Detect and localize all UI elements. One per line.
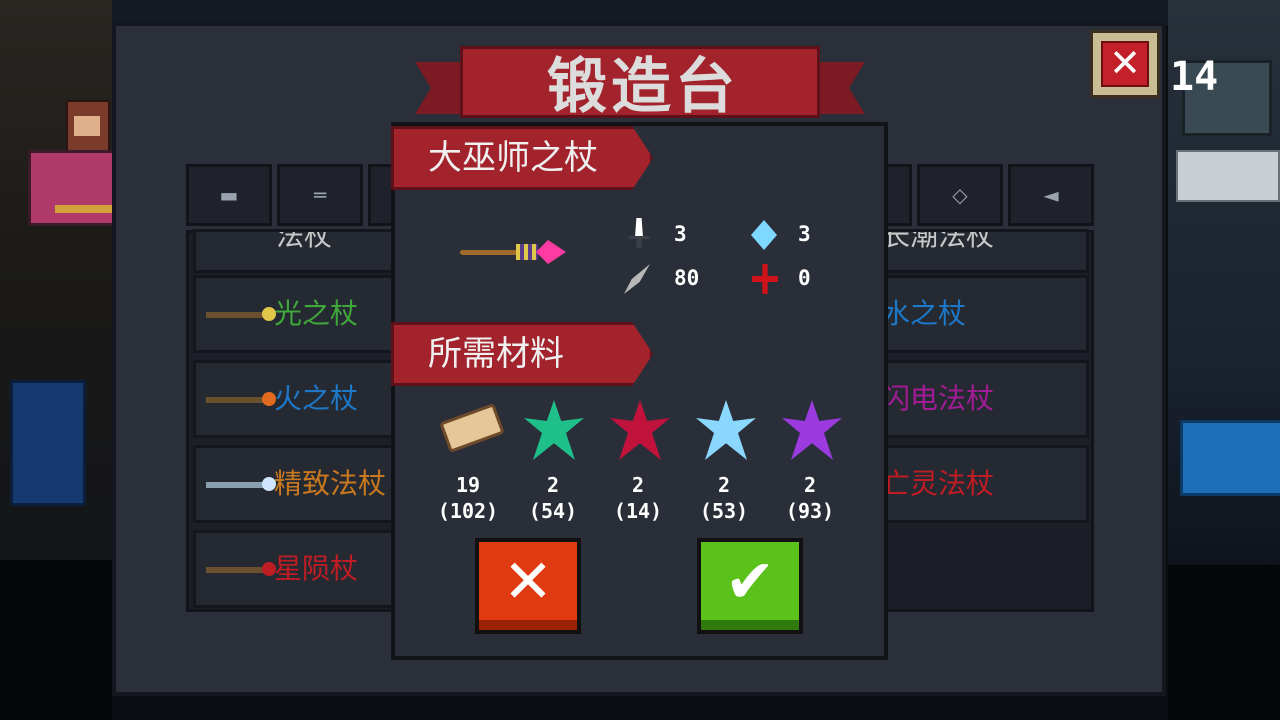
damage-value: 3 xyxy=(674,222,687,246)
staff-icon xyxy=(206,477,276,491)
materials-banner: 所需材料 xyxy=(391,322,653,386)
item-label: 闪电法杖 xyxy=(882,382,995,415)
shuriken-icon: ◇ xyxy=(952,183,968,207)
npc-character xyxy=(66,100,110,156)
window-title: 锻造台 xyxy=(547,52,739,122)
confirm-button[interactable]: ✔ xyxy=(697,538,803,634)
title-banner: 锻造台 xyxy=(415,46,865,122)
item-label: 光之杖 xyxy=(274,297,359,330)
crit-value: 80 xyxy=(674,266,700,290)
materials-title: 所需材料 xyxy=(428,334,564,374)
checkmark-icon: ✔ xyxy=(724,547,776,617)
item-name-banner: 大巫师之杖 xyxy=(391,126,653,190)
tab-fish[interactable]: ◄ xyxy=(1008,164,1094,226)
floor-counter: 14 xyxy=(1170,54,1219,100)
material-count: 2 (54) xyxy=(528,473,578,523)
cancel-button[interactable]: ✕ xyxy=(475,538,581,634)
material-count: 2 (93) xyxy=(785,473,835,523)
item-label: 星陨杖 xyxy=(274,552,359,585)
background-left xyxy=(0,0,118,720)
close-button[interactable]: ✕ xyxy=(1090,30,1160,98)
blue-screen xyxy=(1180,420,1280,496)
item-label: 长潮法杖 xyxy=(882,229,995,252)
shop-table xyxy=(28,150,118,226)
item-label: 水之杖 xyxy=(882,297,967,330)
rifle-icon: ═ xyxy=(313,183,327,207)
item-label: 法杖 xyxy=(276,229,333,252)
material-count: 19 (102) xyxy=(437,473,499,523)
pistol-icon: ▬ xyxy=(219,183,239,207)
tab-rifle[interactable]: ═ xyxy=(277,164,363,226)
item-label: 火之杖 xyxy=(274,382,359,415)
tab-shuriken[interactable]: ◇ xyxy=(917,164,1003,226)
staff-icon xyxy=(206,392,276,406)
item-label: 精致法杖 xyxy=(274,467,387,500)
blue-crate xyxy=(10,380,86,506)
material-count: 2 (53) xyxy=(699,473,749,523)
accuracy-value: 0 xyxy=(798,266,811,290)
staff-icon xyxy=(206,562,276,576)
background-right xyxy=(1168,0,1280,720)
close-icon: ✕ xyxy=(502,547,554,617)
wall-panel xyxy=(1176,150,1280,202)
item-label: 亡灵法杖 xyxy=(882,467,995,500)
material-count: 2 (14) xyxy=(613,473,663,523)
tab-pistol[interactable]: ▬ xyxy=(186,164,272,226)
fish-icon: ◄ xyxy=(1043,183,1059,207)
energy-value: 3 xyxy=(798,222,811,246)
staff-icon xyxy=(206,307,276,321)
close-icon: ✕ xyxy=(1101,41,1149,87)
forge-dialog xyxy=(391,122,888,660)
archmage-staff-icon xyxy=(460,238,570,266)
item-name: 大巫师之杖 xyxy=(428,138,598,178)
